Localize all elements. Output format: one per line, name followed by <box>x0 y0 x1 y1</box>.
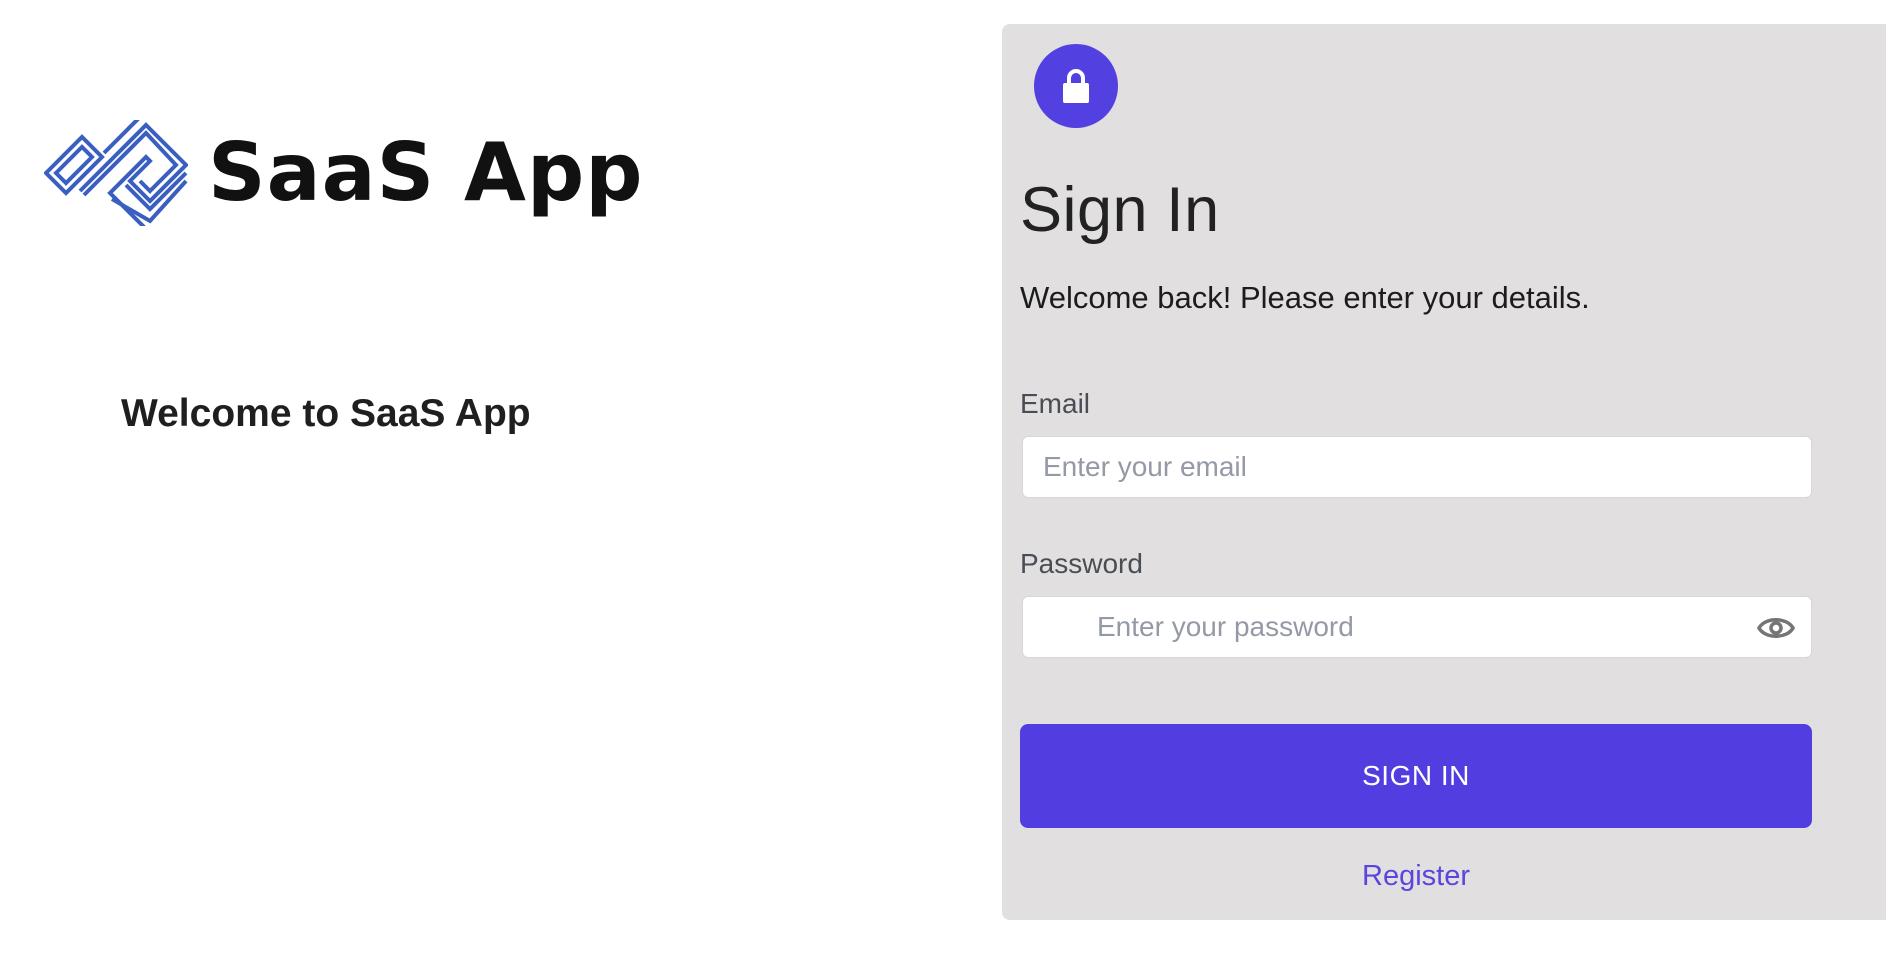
brand-name: SaaS App <box>208 126 644 219</box>
password-field-wrapper <box>1022 596 1812 658</box>
eye-icon <box>1757 618 1795 638</box>
signin-card: Sign In Welcome back! Please enter your … <box>1002 24 1886 920</box>
brand-logo-icon <box>44 120 188 226</box>
email-field-wrapper <box>1022 436 1812 498</box>
email-label: Email <box>1020 388 1091 419</box>
lock-icon <box>1063 69 1089 103</box>
welcome-heading: Welcome to SaaS App <box>121 392 531 435</box>
register-link[interactable]: Register <box>1020 860 1812 893</box>
password-input[interactable] <box>1023 597 1811 657</box>
signin-title: Sign In <box>1020 175 1220 245</box>
login-page: SaaS App Welcome to SaaS App Sign In Wel… <box>0 0 1886 954</box>
brand: SaaS App <box>44 120 644 226</box>
sign-in-button[interactable]: SIGN IN <box>1020 724 1812 828</box>
email-input[interactable] <box>1023 437 1811 497</box>
show-password-toggle[interactable] <box>1757 609 1795 647</box>
signin-subtitle: Welcome back! Please enter your details. <box>1020 280 1590 315</box>
lock-avatar <box>1034 44 1118 128</box>
password-label: Password <box>1020 548 1143 579</box>
